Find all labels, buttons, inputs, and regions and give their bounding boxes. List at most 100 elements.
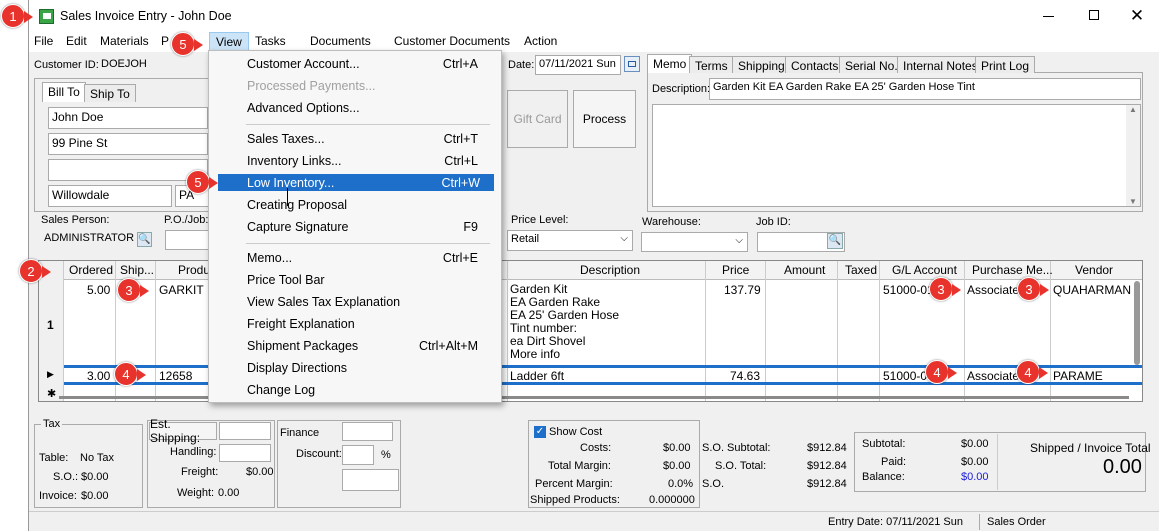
cell-vendor[interactable]: PARAME	[1053, 369, 1103, 383]
grid-vertical-scrollbar[interactable]	[1134, 281, 1140, 365]
annotation-arrow	[948, 367, 957, 379]
memo-textarea[interactable]	[652, 104, 1141, 207]
menu-view[interactable]: View	[209, 32, 249, 52]
tab-terms[interactable]: Terms	[689, 56, 734, 73]
warehouse-select[interactable]: ⌵	[641, 232, 748, 252]
price-level-select[interactable]: Retail ⌵	[507, 230, 633, 251]
customer-id-field[interactable]: DOEJOH	[98, 56, 208, 76]
menu-p[interactable]: P	[161, 34, 169, 48]
calendar-icon[interactable]	[624, 56, 640, 72]
description-field[interactable]: Garden Kit EA Garden Rake EA 25' Garden …	[709, 78, 1141, 100]
so-subtotal-value: $912.84	[807, 442, 847, 454]
cell-vendor[interactable]: QUAHARMAN	[1053, 283, 1131, 297]
cell-price[interactable]: 74.63	[730, 369, 760, 383]
menu-item-low-inventory[interactable]: Low Inventory... Ctrl+W	[218, 174, 494, 191]
memo-scrollbar[interactable]: ▲ ▼	[1126, 105, 1140, 206]
menu-item-display-directions[interactable]: Display Directions	[210, 358, 500, 378]
finance-label: Finance	[280, 427, 320, 439]
tab-print-log[interactable]: Print Log	[975, 56, 1036, 73]
status-bar: Entry Date: 07/11/2021 Sun Sales Order	[29, 511, 1159, 531]
col-ordered[interactable]: Ordered	[69, 263, 113, 277]
col-vendor[interactable]: Vendor	[1075, 263, 1113, 277]
col-purchase-method[interactable]: Purchase Me...	[972, 263, 1053, 277]
cell-gl-account[interactable]: 51000-0	[883, 369, 927, 383]
date-label: Date:	[508, 59, 535, 71]
cell-ordered[interactable]: 3.00	[87, 369, 110, 383]
sales-person-lookup-icon[interactable]: 🔍	[137, 232, 152, 247]
gift-card-button[interactable]: Gift Card	[507, 90, 568, 148]
tab-shipping[interactable]: Shipping	[732, 56, 791, 73]
menu-item-creating-proposal[interactable]: Creating Proposal	[210, 195, 500, 215]
menu-materials[interactable]: Materials	[100, 34, 149, 48]
close-button[interactable]: ✕	[1122, 6, 1152, 26]
menu-item-customer-account[interactable]: Customer Account... Ctrl+A	[210, 54, 500, 74]
menu-tasks[interactable]: Tasks	[255, 34, 286, 48]
col-taxed[interactable]: Taxed	[845, 263, 877, 277]
tab-memo[interactable]: Memo	[647, 54, 693, 73]
col-gl-account[interactable]: G/L Account	[892, 263, 957, 277]
menu-item-memo[interactable]: Memo... Ctrl+E	[210, 248, 500, 268]
cell-product[interactable]: GARKIT	[159, 283, 204, 297]
discount-field[interactable]	[342, 445, 374, 465]
bill-name-field[interactable]: John Doe	[48, 107, 208, 129]
est-shipping-button[interactable]: Est. Shipping:	[149, 417, 217, 445]
menu-item-inventory-links[interactable]: Inventory Links... Ctrl+L	[210, 151, 500, 171]
cell-product[interactable]: 12658	[159, 369, 192, 383]
annotation-arrow	[42, 266, 51, 278]
cell-description[interactable]: Garden Kit EA Garden Rake EA 25' Garden …	[510, 283, 619, 361]
menu-file[interactable]: File	[34, 34, 53, 48]
tab-bill-to[interactable]: Bill To	[42, 82, 86, 102]
menu-edit[interactable]: Edit	[66, 34, 87, 48]
tax-invoice-value: $0.00	[81, 490, 109, 502]
freight-label: Freight:	[181, 466, 219, 478]
menu-action[interactable]: Action	[524, 34, 557, 48]
process-button[interactable]: Process	[573, 90, 636, 148]
col-description[interactable]: Description	[580, 263, 640, 277]
maximize-button[interactable]	[1079, 9, 1109, 25]
po-job-field[interactable]	[165, 230, 209, 250]
annotation-arrow	[137, 369, 146, 381]
job-id-lookup-icon[interactable]: 🔍	[827, 233, 843, 249]
col-shipped[interactable]: Ship...	[120, 263, 154, 277]
discount-amount-field[interactable]	[342, 469, 399, 491]
menu-item-freight-explanation[interactable]: Freight Explanation	[210, 314, 500, 334]
menu-item-capture-signature[interactable]: Capture Signature F9	[210, 217, 500, 237]
annotation-badge: 3	[1017, 277, 1041, 301]
document-type: Sales Order	[987, 516, 1046, 528]
cell-gl-account[interactable]: 51000-01	[883, 283, 934, 297]
menu-documents[interactable]: Documents	[310, 34, 371, 48]
est-shipping-field[interactable]	[219, 422, 271, 440]
desc-line: More info	[510, 347, 561, 361]
sales-invoice-window: Sales Invoice Entry - John Doe ✕ File Ed…	[28, 0, 1159, 531]
cell-description[interactable]: Ladder 6ft	[510, 369, 564, 383]
bill-line2-field[interactable]	[48, 159, 208, 181]
menu-item-sales-taxes[interactable]: Sales Taxes... Ctrl+T	[210, 129, 500, 149]
menu-item-view-sales-tax-explanation[interactable]: View Sales Tax Explanation	[210, 292, 500, 312]
menu-item-advanced-options[interactable]: Advanced Options...	[210, 98, 500, 118]
job-id-label: Job ID:	[756, 216, 791, 228]
entry-date: Entry Date: 07/11/2021 Sun	[828, 516, 963, 528]
cell-ordered[interactable]: 5.00	[87, 283, 110, 297]
menu-item-price-tool-bar[interactable]: Price Tool Bar	[210, 270, 500, 290]
so-value: $912.84	[807, 478, 847, 490]
menu-item-change-log[interactable]: Change Log	[210, 380, 500, 400]
handling-field[interactable]	[219, 444, 271, 462]
show-cost-checkbox[interactable]: ✓	[534, 426, 546, 438]
tab-contacts[interactable]: Contacts	[785, 56, 845, 73]
finance-field[interactable]	[342, 422, 393, 441]
tab-internal-notes[interactable]: Internal Notes	[897, 56, 984, 73]
col-price[interactable]: Price	[722, 263, 749, 277]
tab-ship-to[interactable]: Ship To	[84, 84, 136, 102]
menu-item-shipment-packages[interactable]: Shipment Packages Ctrl+Alt+M	[210, 336, 500, 356]
price-level-value: Retail	[511, 233, 540, 245]
date-field[interactable]: 07/11/2021 Sun	[535, 55, 621, 75]
col-amount[interactable]: Amount	[784, 263, 825, 277]
cell-price[interactable]: 137.79	[724, 283, 761, 297]
tab-serial-no[interactable]: Serial No.	[839, 56, 904, 73]
price-level-label: Price Level:	[511, 214, 569, 226]
annotation-badge: 1	[1, 4, 25, 28]
bill-street-field[interactable]: 99 Pine St	[48, 133, 208, 155]
bill-city-field[interactable]: Willowdale	[48, 185, 172, 207]
menu-customer-documents[interactable]: Customer Documents	[394, 34, 510, 48]
minimize-button[interactable]	[1033, 9, 1063, 25]
